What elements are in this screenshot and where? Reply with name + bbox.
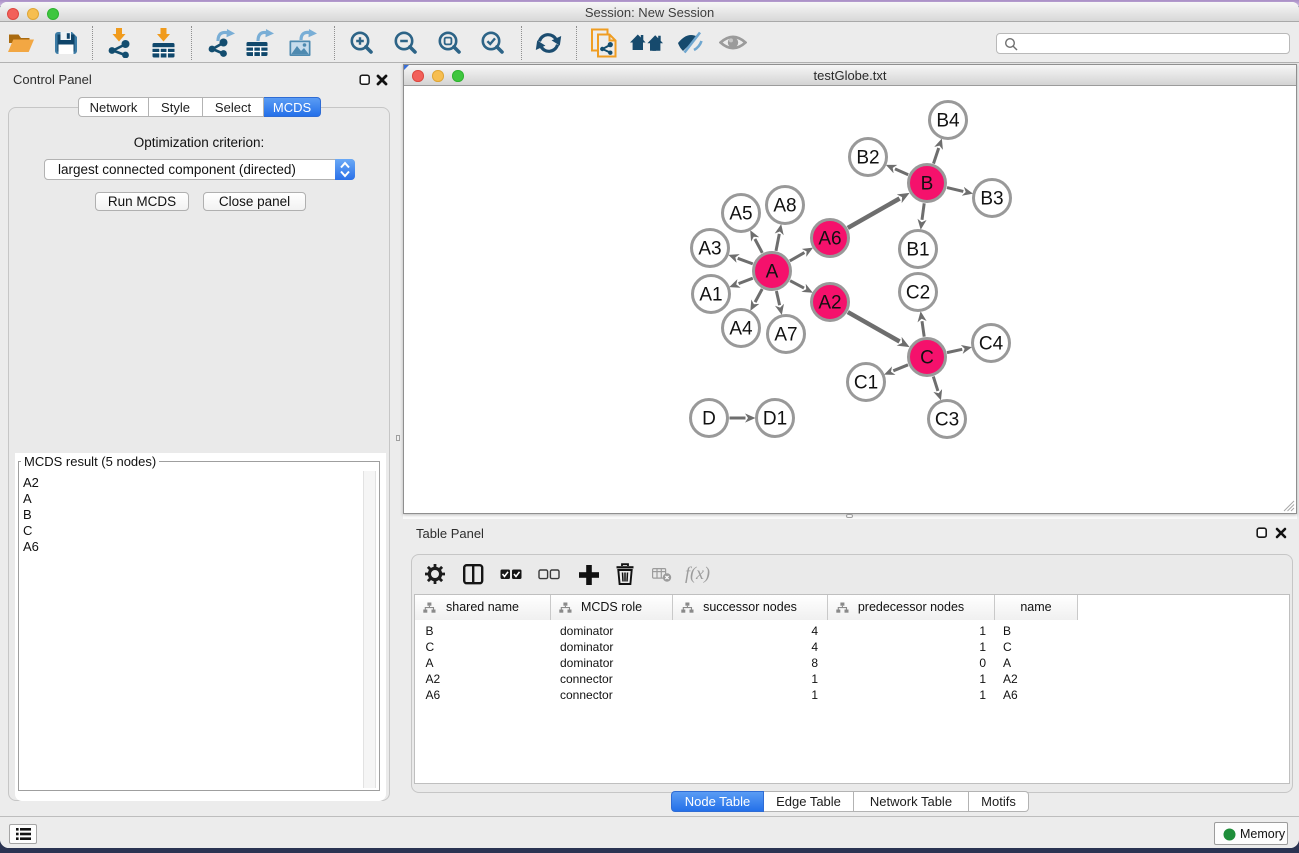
svg-text:A3: A3 [698,239,721,260]
svg-text:B4: B4 [936,111,960,132]
svg-text:C4: C4 [979,334,1004,355]
svg-text:A6: A6 [818,229,841,250]
svg-text:A: A [766,262,779,283]
svg-text:B: B [921,174,934,195]
svg-text:C2: C2 [906,283,930,304]
svg-text:A5: A5 [729,204,752,225]
svg-text:D: D [702,409,716,430]
svg-text:A4: A4 [729,319,753,340]
svg-text:B1: B1 [906,240,929,261]
svg-text:C3: C3 [935,410,959,431]
svg-text:A2: A2 [818,293,841,314]
svg-text:C1: C1 [854,373,878,394]
svg-text:B2: B2 [856,148,879,169]
svg-text:A8: A8 [773,196,796,217]
svg-text:A7: A7 [774,325,797,346]
svg-text:A1: A1 [699,285,722,306]
svg-text:C: C [920,348,934,369]
svg-text:D1: D1 [763,409,787,430]
svg-text:B3: B3 [980,189,1003,210]
